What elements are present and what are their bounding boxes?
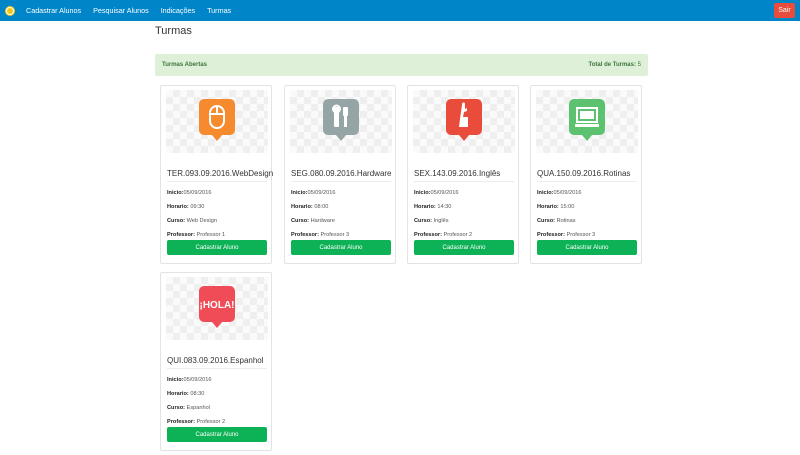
card-image bbox=[413, 90, 515, 153]
card-title: SEX.143.09.2016.Inglês bbox=[414, 169, 501, 178]
curso-row: Curso: Espanhol bbox=[167, 405, 210, 411]
cadastrar-aluno-button[interactable]: Cadastrar Aluno bbox=[291, 240, 391, 255]
total-turmas: Total de Turmas: 5 bbox=[589, 62, 641, 68]
nav-turmas[interactable]: Turmas bbox=[207, 6, 231, 15]
card-title: TER.093.09.2016.WebDesign bbox=[167, 169, 274, 178]
card-image: ¡HOLA! bbox=[166, 277, 268, 340]
divider bbox=[537, 181, 637, 182]
turma-card: TER.093.09.2016.WebDesign Inicio:05/09/2… bbox=[160, 85, 274, 264]
curso-row: Curso: Web Design bbox=[167, 218, 217, 224]
turma-card: QUA.150.09.2016.Rotinas Inicio:05/09/201… bbox=[530, 85, 642, 264]
professor-row: Professor: Professor 2 bbox=[167, 419, 226, 425]
curso-row: Curso: Inglês bbox=[414, 218, 449, 224]
horario-row: Horario: 14:30 bbox=[414, 204, 452, 210]
nav-cadastrar-alunos[interactable]: Cadastrar Alunos bbox=[26, 6, 81, 15]
cadastrar-aluno-button[interactable]: Cadastrar Aluno bbox=[167, 427, 267, 442]
brand-logo-icon[interactable] bbox=[6, 6, 14, 15]
horario-row: Horario: 08:30 bbox=[167, 391, 205, 397]
turma-card: SEG.080.09.2016.Hardware Inicio:05/09/20… bbox=[284, 85, 396, 264]
professor-row: Professor: Professor 1 bbox=[167, 232, 226, 238]
inicio-row: Inicio:05/09/2016 bbox=[291, 190, 336, 196]
inicio-row: Inicio:05/09/2016 bbox=[414, 190, 459, 196]
tools-icon bbox=[323, 99, 359, 141]
curso-row: Curso: Rotinas bbox=[537, 218, 576, 224]
total-turmas-value: 5 bbox=[637, 62, 641, 68]
mouse-icon bbox=[199, 99, 235, 141]
card-image bbox=[536, 90, 638, 153]
inicio-row: Inicio:05/09/2016 bbox=[537, 190, 582, 196]
divider bbox=[167, 368, 267, 369]
cadastrar-aluno-button[interactable]: Cadastrar Aluno bbox=[414, 240, 514, 255]
curso-row: Curso: Hardware bbox=[291, 218, 335, 224]
total-turmas-label: Total de Turmas: bbox=[588, 62, 636, 68]
nav-pesquisar-alunos[interactable]: Pesquisar Alunos bbox=[93, 6, 149, 15]
cadastrar-aluno-button[interactable]: Cadastrar Aluno bbox=[167, 240, 267, 255]
card-title: SEG.080.09.2016.Hardware bbox=[291, 169, 392, 178]
professor-row: Professor: Professor 2 bbox=[414, 232, 473, 238]
card-title: QUI.083.09.2016.Espanhol bbox=[167, 356, 264, 365]
horario-row: Horario: 15:00 bbox=[537, 204, 575, 210]
professor-row: Professor: Professor 3 bbox=[291, 232, 350, 238]
divider bbox=[414, 181, 514, 182]
cadastrar-aluno-button[interactable]: Cadastrar Aluno bbox=[537, 240, 637, 255]
hola-icon: ¡HOLA! bbox=[199, 286, 235, 328]
alert-title: Turmas Abertas bbox=[162, 62, 208, 68]
svg-text:¡HOLA!: ¡HOLA! bbox=[200, 300, 235, 311]
divider bbox=[291, 181, 391, 182]
divider bbox=[167, 181, 267, 182]
inicio-row: Inicio:05/09/2016 bbox=[167, 190, 212, 196]
card-image bbox=[290, 90, 392, 153]
card-title: QUA.150.09.2016.Rotinas bbox=[537, 169, 631, 178]
computer-icon bbox=[569, 99, 605, 141]
horario-row: Horario: 09:30 bbox=[167, 204, 205, 210]
horario-row: Horario: 08:00 bbox=[291, 204, 329, 210]
card-image bbox=[166, 90, 268, 153]
turma-card: ¡HOLA! QUI.083.09.2016.Espanhol Inicio:0… bbox=[160, 272, 272, 451]
turma-card: SEX.143.09.2016.Inglês Inicio:05/09/2016… bbox=[407, 85, 519, 264]
statue-of-liberty-icon bbox=[446, 99, 482, 141]
navbar: Cadastrar Alunos Pesquisar Alunos Indica… bbox=[0, 0, 800, 21]
logout-button[interactable]: Sair bbox=[774, 3, 795, 18]
turmas-summary-alert: Turmas Abertas Total de Turmas: 5 bbox=[155, 54, 648, 76]
professor-row: Professor: Professor 3 bbox=[537, 232, 596, 238]
nav-indicacoes[interactable]: Indicações bbox=[161, 6, 195, 15]
page-title: Turmas bbox=[155, 25, 192, 37]
inicio-row: Inicio:05/09/2016 bbox=[167, 377, 212, 383]
